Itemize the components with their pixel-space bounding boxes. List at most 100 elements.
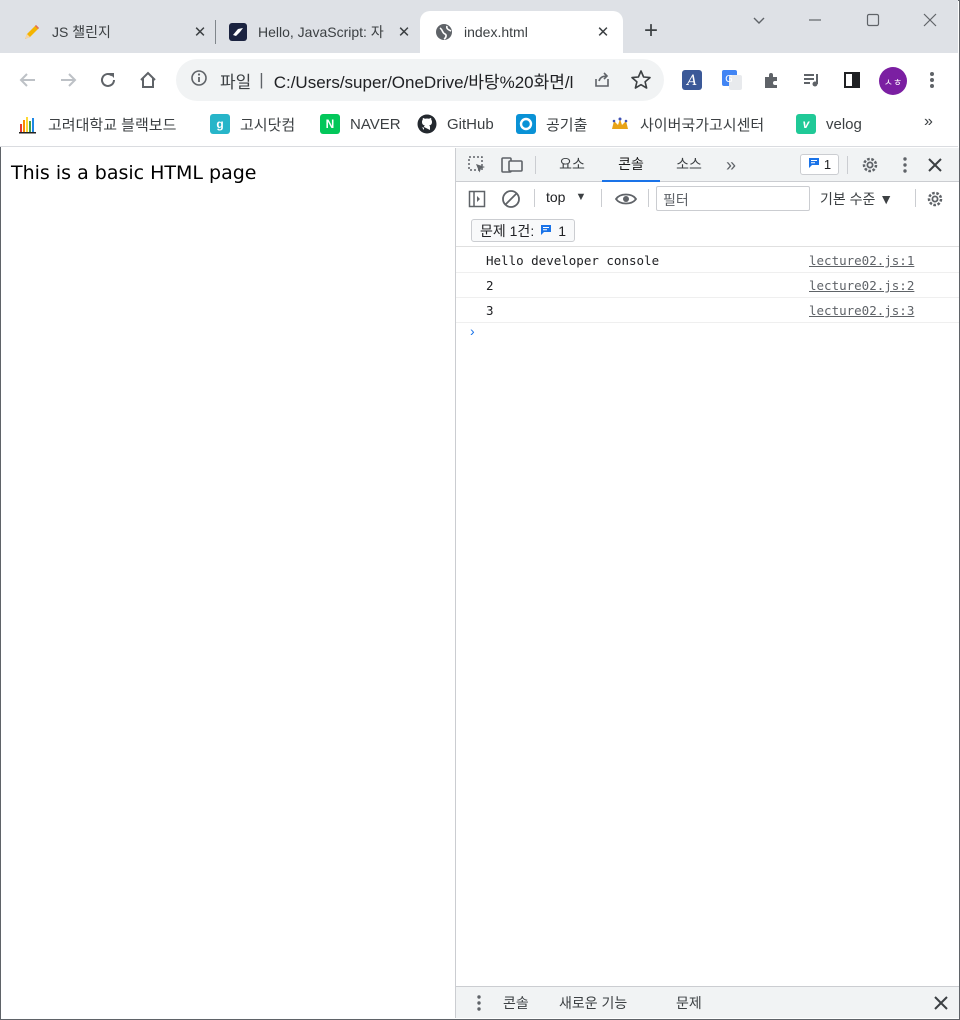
console-row: Hello developer console lecture02.js:1 (456, 248, 959, 273)
crown-icon (610, 114, 630, 134)
console-settings-gear-icon[interactable] (924, 188, 946, 210)
issues-label: 문제 1건: (480, 222, 535, 239)
close-drawer-icon[interactable] (930, 992, 952, 1014)
inspect-element-icon[interactable] (466, 154, 488, 176)
share-icon[interactable] (592, 70, 612, 95)
close-tab-icon[interactable]: ✕ (396, 24, 412, 41)
tab-index-html[interactable]: index.html ✕ (420, 11, 623, 53)
forward-arrow-icon[interactable] (56, 68, 80, 92)
issues-counter-button[interactable]: 1 (800, 154, 839, 175)
gonggi-icon (516, 114, 536, 134)
bookmark-velog[interactable]: v velog (796, 113, 862, 135)
media-control-icon[interactable] (800, 68, 824, 92)
reload-icon[interactable] (96, 68, 120, 92)
source-link[interactable]: lecture02.js:2 (809, 278, 914, 293)
tab-divider (215, 20, 216, 44)
globe-icon (434, 22, 454, 42)
console-filter-input[interactable]: 필터 (656, 186, 810, 211)
toolbar-divider (601, 189, 602, 207)
address-divider: | (259, 70, 264, 89)
back-arrow-icon[interactable] (16, 68, 40, 92)
dropdown-arrow-icon: ▼ (575, 191, 587, 203)
close-tab-icon[interactable]: ✕ (595, 24, 611, 41)
home-icon[interactable] (136, 68, 160, 92)
source-link[interactable]: lecture02.js:3 (809, 303, 914, 318)
google-translate-icon[interactable]: G (720, 68, 744, 92)
more-tabs-chevron-icon[interactable]: » (720, 154, 742, 176)
more-bookmarks-icon[interactable]: » (924, 113, 933, 131)
side-panel-icon[interactable] (840, 68, 864, 92)
toolbar-divider (535, 156, 536, 174)
close-devtools-icon[interactable] (924, 154, 946, 176)
toolbar-divider (534, 189, 535, 207)
drawer-tab-console[interactable]: 콘솔 (503, 993, 529, 1013)
tab-title: index.html (464, 24, 528, 40)
sidebar-toggle-icon[interactable] (466, 188, 488, 210)
drawer-tab-whats-new[interactable]: 새로운 기능 (559, 993, 627, 1013)
bookmark-gonggichul[interactable]: 공기출 (516, 113, 587, 135)
issues-bar: 문제 1건: 1 (456, 215, 959, 247)
context-selector[interactable]: top ▼ (546, 189, 586, 205)
svg-text:G: G (725, 74, 733, 85)
profile-avatar[interactable]: ㅅㅎ (879, 67, 907, 95)
minimize-icon[interactable] (803, 8, 827, 32)
bookmark-label: 고려대학교 블랙보드 (48, 116, 177, 134)
naver-icon: N (320, 114, 340, 134)
velog-icon: v (796, 114, 816, 134)
tab-sources[interactable]: 소스 (664, 148, 714, 182)
tab-title: JS 챌린지 (52, 24, 111, 40)
url-text[interactable]: C:/Users/super/OneDrive/바탕%20화면/lecture/… (274, 68, 574, 93)
close-window-icon[interactable] (918, 8, 942, 32)
bookmark-label: 공기출 (546, 116, 588, 134)
drawer-tab-issues[interactable]: 문제 (676, 993, 702, 1013)
tab-strip: JS 챌린지 ✕ Hello, JavaScript: 자 ✕ index.ht… (0, 0, 958, 53)
bookmark-label: NAVER (350, 115, 401, 133)
g-icon: g (210, 114, 230, 134)
bookmark-naver[interactable]: N NAVER (320, 113, 401, 135)
font-extension-icon[interactable]: A (680, 68, 704, 92)
tab-elements[interactable]: 요소 (546, 148, 598, 182)
settings-gear-icon[interactable] (859, 154, 881, 176)
address-bar[interactable]: 파일 | C:/Users/super/OneDrive/바탕%20화면/lec… (176, 59, 664, 101)
clear-console-icon[interactable] (500, 188, 522, 210)
pencil-icon (22, 22, 42, 42)
tab-js-challenge[interactable]: JS 챌린지 ✕ (22, 11, 208, 53)
more-menu-icon[interactable] (920, 68, 944, 92)
console-message: 2 (486, 278, 494, 293)
source-link[interactable]: lecture02.js:1 (809, 253, 914, 268)
log-levels-dropdown[interactable]: 기본 수준 ▼ (820, 189, 893, 209)
star-bookmark-icon[interactable] (630, 69, 652, 96)
toolbar-divider (847, 156, 848, 174)
issues-count: 1 (823, 157, 832, 172)
drawer-menu-icon[interactable] (468, 992, 490, 1014)
console-row: 2 lecture02.js:2 (456, 273, 959, 298)
bookmark-blackboard[interactable]: 고려대학교 블랙보드 (18, 113, 176, 135)
device-toolbar-icon[interactable] (501, 154, 523, 176)
bookmark-github[interactable]: GitHub (417, 113, 494, 135)
info-icon[interactable] (190, 69, 208, 92)
toolbar-divider (915, 189, 916, 207)
page-viewport: This is a basic HTML page (1, 148, 455, 1018)
bird-icon (228, 22, 248, 42)
extensions-puzzle-icon[interactable] (760, 68, 784, 92)
new-tab-button[interactable]: + (640, 19, 662, 43)
browser-toolbar: 파일 | C:/Users/super/OneDrive/바탕%20화면/lec… (0, 53, 958, 107)
console-messages: Hello developer console lecture02.js:1 2… (456, 248, 959, 323)
issues-link-button[interactable]: 문제 1건: 1 (471, 219, 576, 242)
console-prompt-chevron-icon[interactable]: › (470, 323, 475, 339)
live-expression-eye-icon[interactable] (613, 188, 639, 210)
bookmark-gosidot[interactable]: g 고시닷컴 (210, 113, 295, 135)
devtools-menu-icon[interactable] (894, 154, 916, 176)
console-toolbar: top ▼ 필터 기본 수준 ▼ (456, 182, 959, 215)
tab-search-icon[interactable] (747, 8, 771, 32)
maximize-icon[interactable] (861, 8, 885, 32)
close-tab-icon[interactable]: ✕ (192, 24, 208, 41)
tab-hello-javascript[interactable]: Hello, JavaScript: 자 ✕ (228, 11, 412, 53)
tab-title: Hello, JavaScript: 자 (258, 24, 384, 40)
tab-console[interactable]: 콘솔 (602, 148, 660, 182)
scheme-label: 파일 (220, 72, 252, 92)
console-message: 3 (486, 303, 494, 318)
bookmark-label: 사이버국가고시센터 (640, 116, 765, 134)
bookmark-cyber-gosi[interactable]: 사이버국가고시센터 (610, 113, 764, 135)
bookmarks-bar: 고려대학교 블랙보드 g 고시닷컴 N NAVER GitHub 공기출 사이버… (0, 107, 958, 147)
